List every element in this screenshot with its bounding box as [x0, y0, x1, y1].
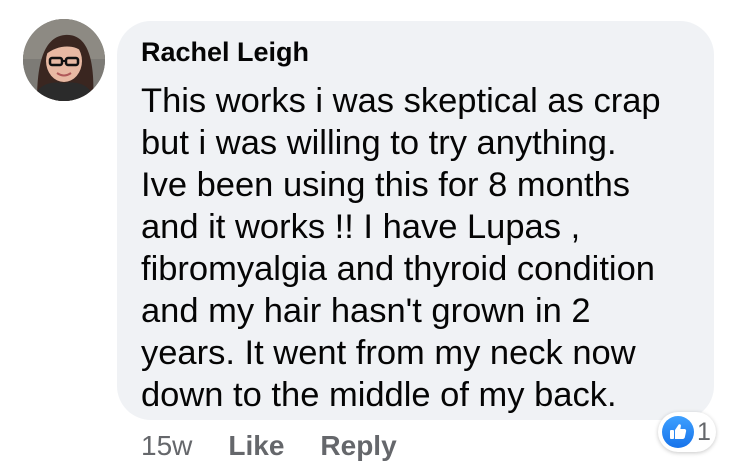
comment-bubble: Rachel Leigh This works i was skeptical … — [117, 21, 714, 420]
comment-timestamp[interactable]: 15w — [141, 430, 192, 462]
avatar-photo — [23, 19, 105, 101]
avatar[interactable] — [23, 19, 105, 101]
comment-text-line: Ive been using this for 8 months — [141, 166, 631, 204]
comment-actions: 15w Like Reply — [141, 428, 433, 464]
author-name[interactable]: Rachel Leigh — [141, 37, 309, 68]
comment-text-line: and my hair hasn't grown in 2 — [141, 292, 591, 330]
like-button[interactable]: Like — [228, 430, 284, 462]
comment-text-line: down to the middle of my back. — [141, 376, 617, 414]
comment-text-line: fibromyalgia and thyroid condition — [141, 250, 655, 288]
comment-text-line: but i was willing to try anything. — [141, 124, 617, 162]
reaction-count: 1 — [697, 417, 711, 446]
thumbs-up-icon — [662, 416, 694, 448]
reply-button[interactable]: Reply — [320, 430, 396, 462]
comment-text-line: This works i was skeptical as crap — [141, 82, 661, 120]
comment-text-line: years. It went from my neck now — [141, 334, 636, 372]
reaction-summary[interactable]: 1 — [658, 412, 716, 452]
comment-text: This works i was skeptical as crap but i… — [141, 80, 711, 416]
comment: Rachel Leigh This works i was skeptical … — [0, 0, 750, 476]
comment-text-line: and it works !! I have Lupas , — [141, 208, 581, 246]
